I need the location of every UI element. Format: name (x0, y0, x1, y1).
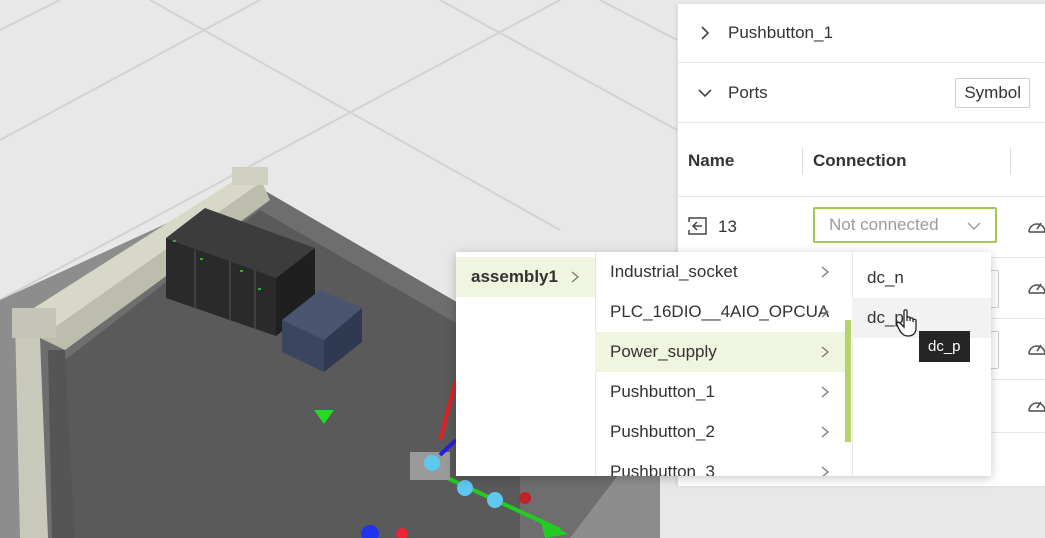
option-label: Pushbutton_2 (610, 422, 715, 441)
column-header-connection: Connection (813, 151, 907, 170)
chevron-down-icon (967, 222, 981, 230)
port-name: 13 (718, 217, 737, 236)
section-ports-header[interactable]: Ports Symbol (678, 64, 1045, 123)
cascader-option[interactable]: Pushbutton_3 (595, 452, 845, 476)
chevron-down-icon (698, 89, 712, 98)
cascader-level-1: assembly1 (456, 252, 596, 476)
cascader-option[interactable]: PLC_16DIO__4AIO_OPCUA (595, 292, 845, 332)
gauge-icon[interactable] (1027, 217, 1045, 235)
section-component-header[interactable]: Pushbutton_1 (678, 4, 1045, 63)
chevron-right-icon (571, 271, 579, 283)
symbol-button[interactable]: Symbol (955, 78, 1030, 108)
column-header-name: Name (688, 151, 735, 170)
option-label: Pushbutton_3 (610, 462, 715, 476)
cascader-option[interactable]: Pushbutton_2 (595, 412, 845, 452)
cascader-option[interactable]: Power_supply (595, 332, 845, 372)
section-component-title: Pushbutton_1 (728, 23, 833, 42)
option-label: Power_supply (610, 342, 717, 361)
gauge-icon[interactable] (1027, 396, 1045, 414)
option-label: Pushbutton_1 (610, 382, 715, 401)
gauge-icon[interactable] (1027, 339, 1045, 357)
tooltip: dc_p (919, 331, 970, 362)
connection-cascader: assembly1 Industrial_socket PLC_16DIO__4… (456, 252, 991, 476)
hand-cursor-icon (896, 309, 917, 337)
port-row: 13 Not connected (678, 197, 1045, 258)
cascader-level-2: Industrial_socket PLC_16DIO__4AIO_OPCUA … (595, 252, 853, 476)
chevron-right-icon (701, 26, 710, 40)
chevron-right-icon (821, 426, 829, 438)
chevron-right-icon (821, 266, 829, 278)
option-label: Industrial_socket (610, 262, 738, 281)
cascader-option[interactable]: Industrial_socket (595, 252, 845, 292)
option-label: assembly1 (471, 267, 558, 286)
port-input-icon (688, 217, 707, 235)
scrollbar-thumb[interactable] (845, 320, 851, 442)
option-label: dc_n (867, 268, 904, 287)
column-divider[interactable] (802, 148, 803, 174)
column-divider[interactable] (1010, 148, 1011, 174)
chevron-right-icon (821, 306, 829, 318)
cascader-option-dc-n[interactable]: dc_n (852, 258, 991, 298)
cascader-option[interactable]: Pushbutton_1 (595, 372, 845, 412)
section-ports-title: Ports (728, 83, 768, 102)
option-label: PLC_16DIO__4AIO_OPCUA (610, 302, 830, 321)
cascader-level-3: dc_n dc_p (852, 252, 991, 476)
chevron-right-icon (821, 346, 829, 358)
chevron-right-icon (821, 386, 829, 398)
gauge-icon[interactable] (1027, 278, 1045, 296)
ports-table-header: Name Connection (678, 126, 1045, 197)
connection-select[interactable]: Not connected (813, 207, 997, 243)
cascader-option-assembly1[interactable]: assembly1 (456, 257, 595, 297)
connection-select-placeholder: Not connected (829, 215, 939, 234)
chevron-right-icon (821, 466, 829, 476)
